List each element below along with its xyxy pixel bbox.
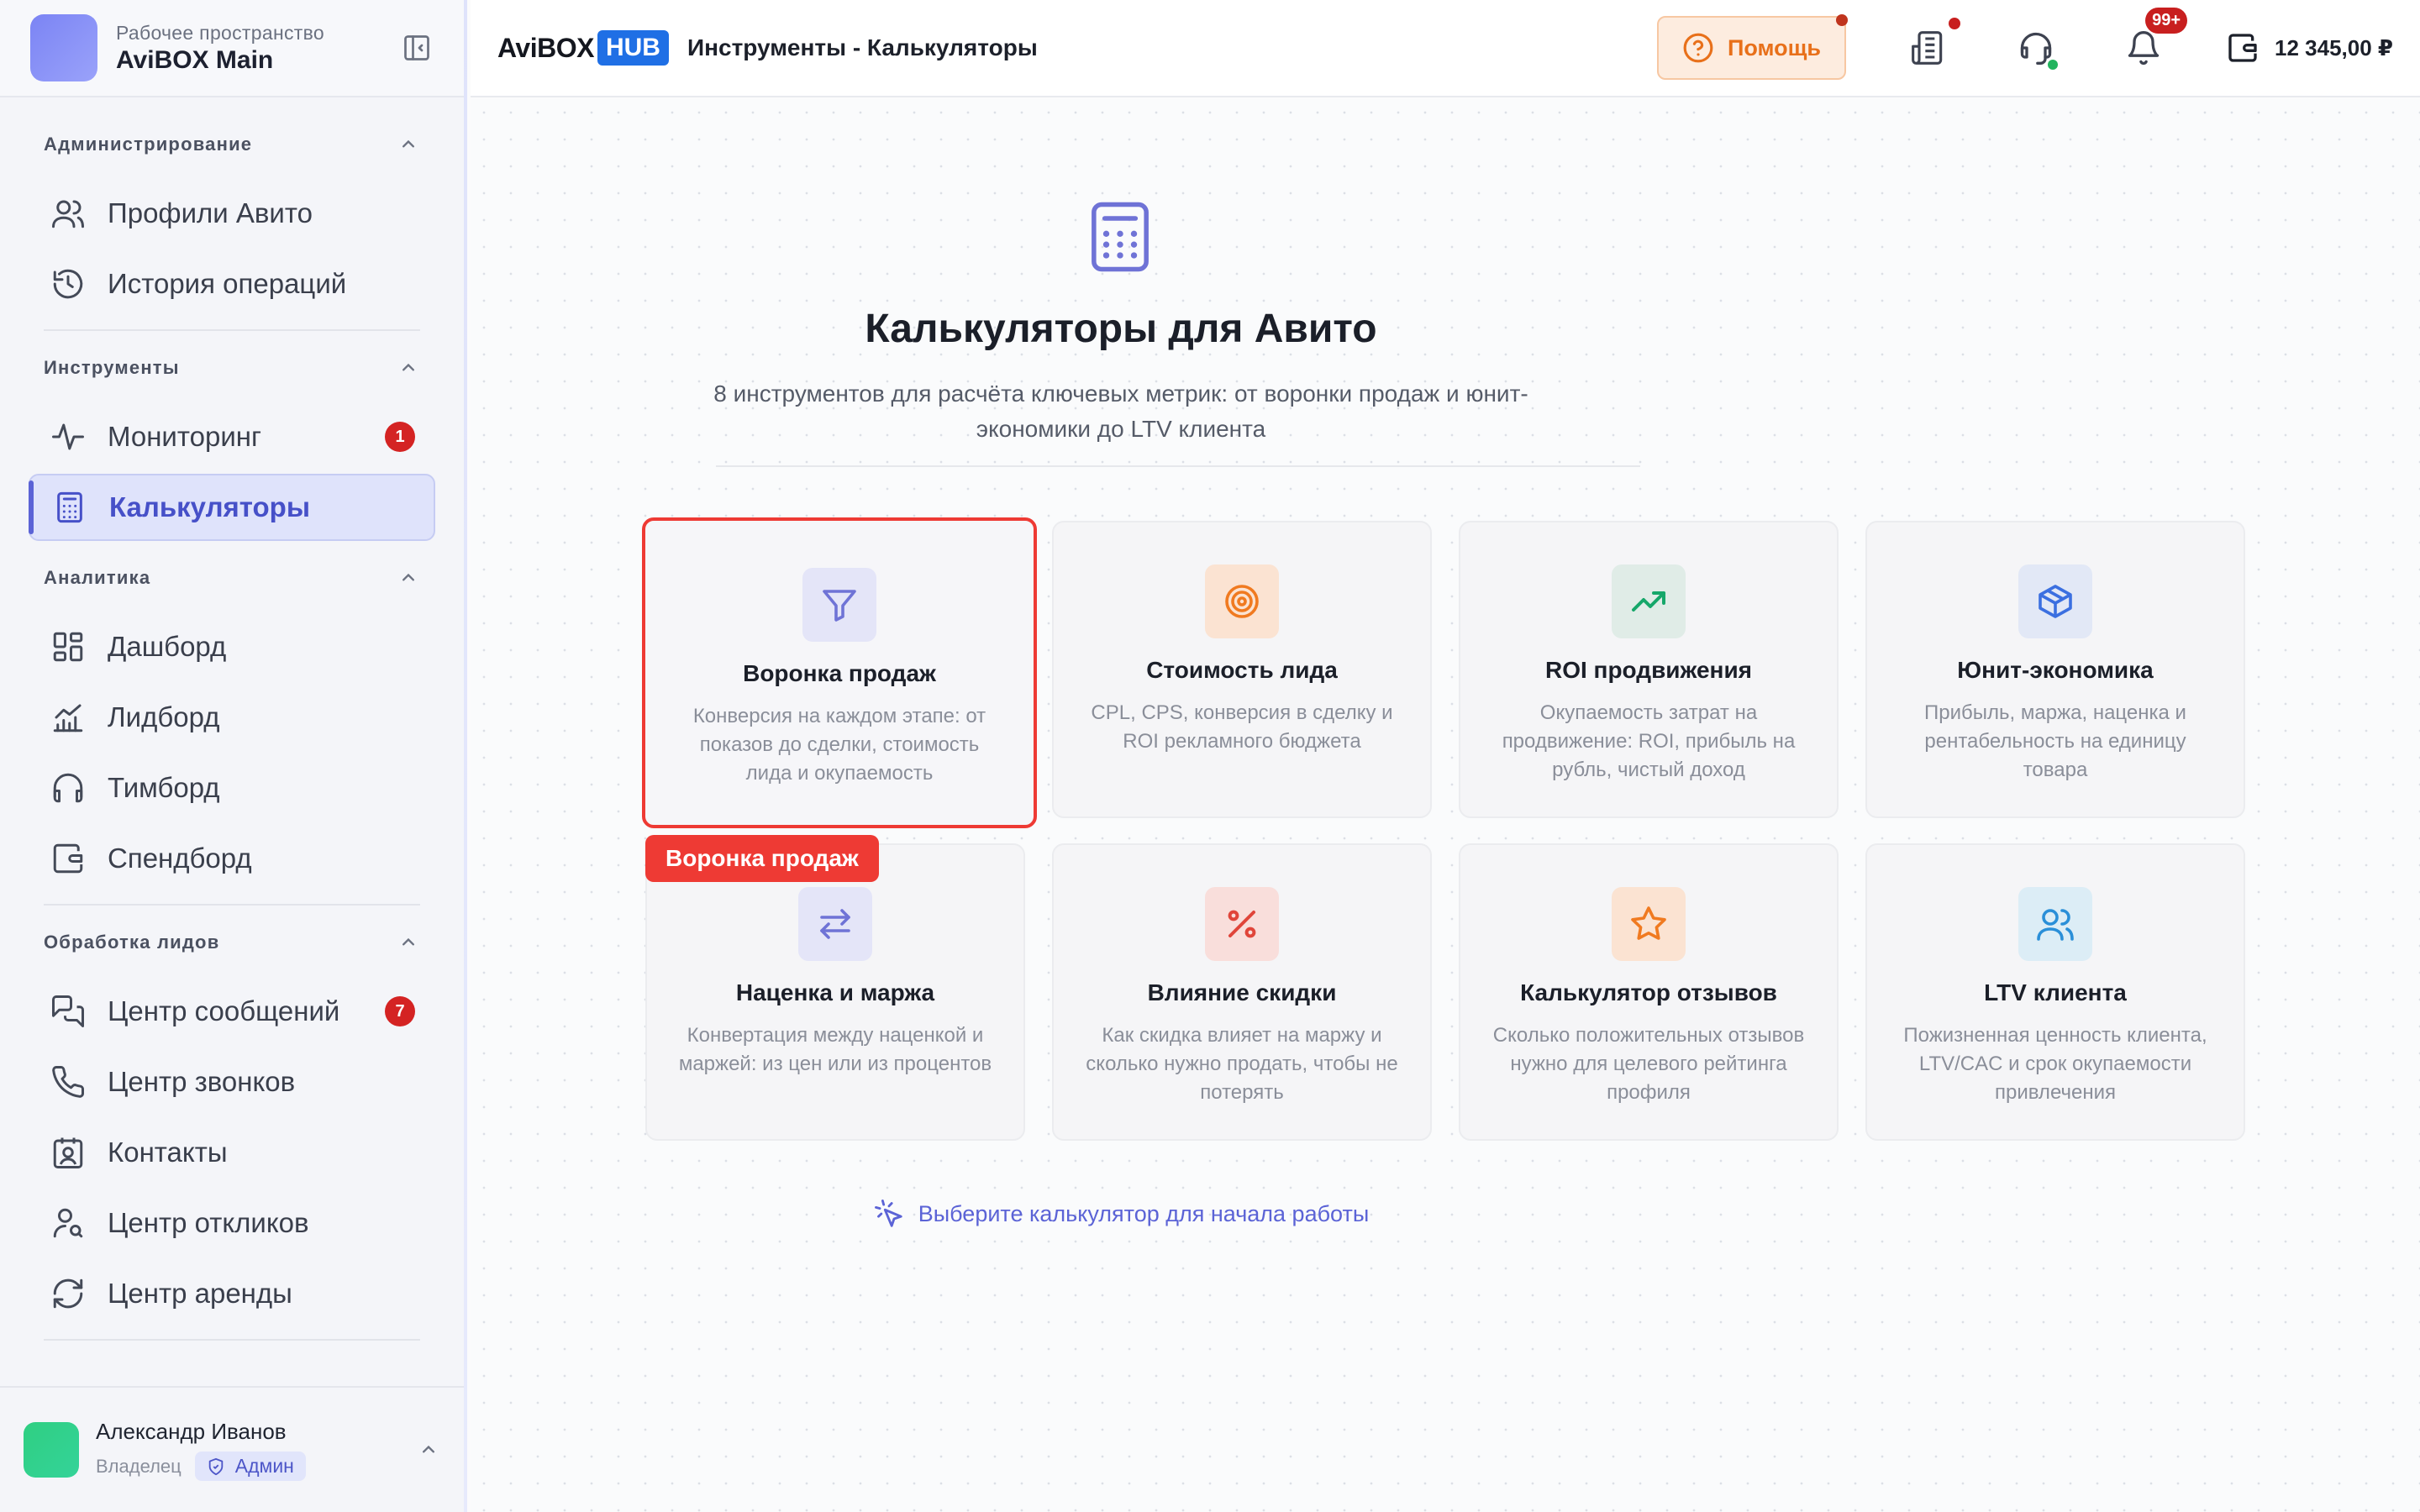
logo[interactable]: AviBOX HUB [497, 30, 669, 66]
news-indicator-dot [1949, 18, 1961, 29]
section-header[interactable]: Инструменты [44, 336, 420, 400]
card-tooltip: Воронка продаж [645, 835, 879, 882]
wallet-icon [2228, 34, 2257, 62]
chevron-up-icon [402, 573, 414, 581]
user-name: Александр Иванов [96, 1419, 287, 1444]
help-circle-icon [1683, 33, 1713, 63]
user-search-icon [49, 1204, 87, 1242]
sidebar-item-calculators[interactable]: Калькуляторы [29, 474, 435, 541]
section-header[interactable]: Обработка лидов [44, 911, 420, 974]
section-header[interactable]: Аналитика [44, 546, 420, 610]
avatar [24, 1422, 79, 1478]
online-status-dot [2048, 60, 2059, 70]
sidebar-item-spendboard[interactable]: Спендборд [29, 825, 435, 892]
card-lead-cost[interactable]: Стоимость лида CPL, CPS, конверсия в сде… [1052, 521, 1432, 818]
sidebar-item-avito-profiles[interactable]: Профили Авито [29, 180, 435, 247]
balance-button[interactable]: 12 345,00 ₽ [2226, 31, 2393, 65]
phone-icon [49, 1063, 87, 1101]
nav-section-analytics: Аналитика Дашборд Лидборд Тимборд Спендб… [0, 546, 464, 906]
chevron-up-icon [402, 363, 414, 371]
dashboard-icon [49, 627, 87, 666]
top-header: AviBOX HUB Инструменты - Калькуляторы По… [471, 0, 2420, 97]
chevron-up-icon [402, 139, 414, 148]
users-icon [2018, 887, 2092, 961]
arrows-icon [798, 887, 872, 961]
help-button[interactable]: Помощь [1656, 14, 1849, 80]
notifications-button[interactable]: 99+ [2118, 8, 2188, 73]
bell-icon [2128, 31, 2160, 65]
main-content: Калькуляторы для Авито 8 инструментов дл… [471, 99, 2420, 1512]
role-badge: Админ [194, 1452, 306, 1481]
chart-icon [49, 698, 87, 737]
workspace-subtitle: Рабочее пространство [116, 21, 324, 44]
page-title: Калькуляторы для Авито [865, 307, 1377, 351]
wallet-icon [49, 839, 87, 878]
support-button[interactable] [2011, 23, 2061, 73]
calculator-icon [1092, 202, 1149, 272]
cursor-click-icon [874, 1200, 902, 1227]
nav-section-admin: Администрирование Профили Авито История … [0, 113, 464, 331]
card-ltv-client[interactable]: LTV клиента Пожизненная ценность клиента… [1865, 843, 2245, 1141]
funnel-icon [802, 568, 876, 642]
user-role: Владелец [96, 1455, 182, 1477]
card-unit-economics[interactable]: Юнит-экономика Прибыль, маржа, наценка и… [1865, 521, 2245, 818]
notifications-count: 99+ [2145, 8, 2188, 34]
nav-section-tools: Инструменты Мониторинг 1 Калькуляторы [0, 336, 464, 546]
workspace-name: AviBOX Main [116, 45, 274, 74]
activity-icon [49, 417, 87, 456]
messages-badge: 7 [385, 996, 415, 1026]
sidebar-item-calls[interactable]: Центр звонков [29, 1048, 435, 1116]
sidebar-item-responses[interactable]: Центр откликов [29, 1189, 435, 1257]
trending-up-icon [1612, 564, 1686, 638]
sidebar-item-rental[interactable]: Центр аренды [29, 1260, 435, 1327]
shield-icon [208, 1457, 224, 1475]
news-button[interactable] [1903, 18, 1961, 73]
workspace-avatar [30, 14, 97, 81]
section-header[interactable]: Администрирование [44, 113, 420, 176]
nav-section-leads: Обработка лидов Центр сообщений 7 Центр … [0, 911, 464, 1341]
star-icon [1612, 887, 1686, 961]
card-reviews-calculator[interactable]: Калькулятор отзывов Сколько положительны… [1459, 843, 1839, 1141]
divider [716, 465, 1640, 467]
card-discount-impact[interactable]: Влияние скидки Как скидка влияет на марж… [1052, 843, 1432, 1141]
sidebar: Рабочее пространство AviBOX Main Админис… [0, 0, 467, 1512]
collapse-sidebar-icon[interactable] [400, 31, 434, 65]
card-markup-margin[interactable]: Наценка и маржа Конвертация между наценк… [645, 843, 1025, 1141]
chevron-up-icon [402, 937, 414, 946]
sidebar-item-messages[interactable]: Центр сообщений 7 [29, 978, 435, 1045]
user-menu[interactable]: Александр Иванов Владелец Админ [0, 1386, 464, 1512]
sidebar-item-teamboard[interactable]: Тимборд [29, 754, 435, 822]
sidebar-item-operations-history[interactable]: История операций [29, 250, 435, 318]
newspaper-icon [1912, 31, 1943, 65]
sidebar-item-dashboard[interactable]: Дашборд [29, 613, 435, 680]
sidebar-item-monitoring[interactable]: Мониторинг 1 [29, 403, 435, 470]
card-sales-funnel[interactable]: Воронка продаж Конверсия на каждом этапе… [642, 517, 1037, 828]
messages-icon [49, 992, 87, 1031]
history-icon [49, 265, 87, 303]
target-icon [1205, 564, 1279, 638]
contacts-icon [49, 1133, 87, 1172]
monitoring-badge: 1 [385, 422, 415, 452]
users-icon [49, 194, 87, 233]
sidebar-item-contacts[interactable]: Контакты [29, 1119, 435, 1186]
sidebar-item-leadboard[interactable]: Лидборд [29, 684, 435, 751]
workspace-switcher[interactable]: Рабочее пространство AviBOX Main [0, 0, 464, 97]
headphones-icon [49, 769, 87, 807]
chevron-up-icon[interactable] [417, 1438, 440, 1462]
card-roi-promotion[interactable]: ROI продвижения Окупаемость затрат на пр… [1459, 521, 1839, 818]
help-indicator-dot [1836, 14, 1849, 26]
page-description: 8 инструментов для расчёта ключевых метр… [713, 381, 1528, 442]
refresh-icon [49, 1274, 87, 1313]
breadcrumb: Инструменты - Калькуляторы [687, 34, 1038, 60]
select-hint: Выберите калькулятор для начала работы [471, 1198, 1771, 1230]
calculator-icon [50, 488, 89, 527]
box-icon [2018, 564, 2092, 638]
percent-icon [1205, 887, 1279, 961]
